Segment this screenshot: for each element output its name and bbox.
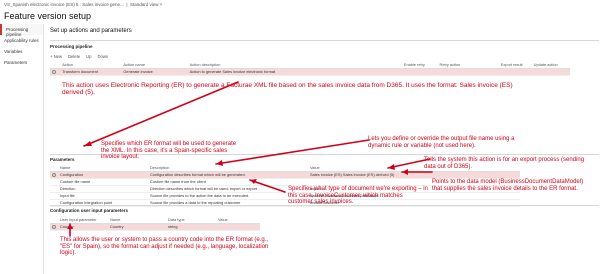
- sidebar: Processing pipeline Applicability rules …: [0, 24, 44, 274]
- param-description-cell[interactable]: Direction describes which format will be…: [148, 185, 308, 193]
- pipeline-toolbar: + New Delete Up Down: [50, 54, 108, 59]
- pipeline-grid: Action Action name Action description En…: [50, 61, 570, 76]
- table-row[interactable]: Country Country string: [50, 223, 260, 231]
- user-param-value-cell[interactable]: [216, 223, 260, 231]
- param-value-cell[interactable]: Sales invoice (ES) Sales invoice (ES) de…: [308, 171, 520, 179]
- action-name-cell[interactable]: Generate invoice: [121, 68, 188, 76]
- column-header[interactable]: Description: [148, 164, 308, 172]
- annotation-configuration: Specifies which ER format will be used t…: [101, 141, 237, 161]
- parameters-header: Parameters: [50, 157, 75, 162]
- param-name-cell[interactable]: Direction: [58, 185, 148, 193]
- column-header: [50, 61, 61, 69]
- sidebar-item-parameters[interactable]: Parameters: [0, 57, 43, 68]
- page-title: Feature version setup: [4, 11, 92, 21]
- column-header[interactable]: Data type: [166, 216, 216, 224]
- annotation-custom-file: Lets you define or override the output f…: [368, 136, 515, 149]
- param-description-cell[interactable]: Custom file name from the client: [148, 178, 308, 186]
- table-row[interactable]: Transform document Generate invoice Acti…: [50, 68, 570, 76]
- column-header: [50, 216, 58, 224]
- sidebar-item-variables[interactable]: Variables: [0, 46, 43, 57]
- param-description-cell[interactable]: Configuration describes format which wil…: [148, 171, 308, 179]
- new-button[interactable]: + New: [50, 54, 62, 59]
- sidebar-item-processing-pipeline[interactable]: Processing pipeline: [0, 24, 43, 37]
- column-header: [50, 164, 58, 172]
- user-param-cell[interactable]: Country: [58, 223, 108, 231]
- param-name-cell[interactable]: Custom file name: [58, 178, 148, 186]
- action-cell[interactable]: Transform document: [60, 68, 122, 76]
- delete-button[interactable]: Delete: [68, 54, 80, 59]
- column-header[interactable]: Action description: [187, 61, 402, 69]
- table-row[interactable]: Configuration Configuration describes fo…: [50, 171, 520, 179]
- user-input-header: Configuration user input parameters: [50, 208, 129, 213]
- column-header[interactable]: Name: [108, 216, 166, 224]
- param-description-cell[interactable]: Source file provides to the action the d…: [148, 192, 308, 200]
- user-input-grid: User input parameter Name Data type Valu…: [50, 216, 260, 231]
- row-checkbox[interactable]: [50, 171, 58, 179]
- user-param-type-cell[interactable]: string: [166, 223, 216, 231]
- breadcrumb[interactable]: VS_Spanish electronic invoice (ES) 5 : S…: [4, 2, 124, 7]
- annotation-country: This allows the user or system to pass a…: [60, 237, 269, 257]
- action-description-cell[interactable]: Action to generate Sales invoice electro…: [187, 68, 402, 76]
- param-name-cell[interactable]: Input file: [58, 192, 148, 200]
- annotation-direction: Tells the system this action is for an e…: [424, 157, 585, 170]
- column-header[interactable]: Enable retry: [401, 61, 438, 69]
- column-header[interactable]: Action name: [121, 61, 188, 69]
- column-header[interactable]: Update action: [531, 61, 570, 69]
- view-selector[interactable]: Standard view ˅: [130, 2, 162, 7]
- row-checkbox[interactable]: [50, 223, 58, 231]
- user-param-name-cell[interactable]: Country: [108, 223, 166, 231]
- column-header[interactable]: Value: [216, 216, 260, 224]
- annotation-input-file: Points to the data model (BusinessDocume…: [432, 179, 584, 192]
- column-header[interactable]: User input parameter: [58, 216, 108, 224]
- move-down-button[interactable]: Down: [97, 54, 108, 59]
- annotation-integration-point: Specifies what type of document we're ex…: [288, 186, 428, 206]
- column-header[interactable]: Retry action: [437, 61, 499, 69]
- column-header[interactable]: Name: [58, 164, 148, 172]
- section-title: Set up actions and parameters: [50, 28, 132, 34]
- pipeline-header: Processing pipeline: [50, 44, 93, 49]
- top-bar: VS_Spanish electronic invoice (ES) 5 : S…: [4, 2, 163, 7]
- column-header[interactable]: Export result: [498, 61, 532, 69]
- param-name-cell[interactable]: Configuration: [58, 171, 148, 179]
- column-header[interactable]: Action: [60, 61, 122, 69]
- annotation-action: This action uses Electronic Reporting (E…: [62, 82, 513, 97]
- move-up-button[interactable]: Up: [86, 54, 91, 59]
- table-row[interactable]: Input file Source file provides to the a…: [50, 192, 520, 200]
- divider: [50, 40, 599, 41]
- row-checkbox[interactable]: [50, 68, 61, 76]
